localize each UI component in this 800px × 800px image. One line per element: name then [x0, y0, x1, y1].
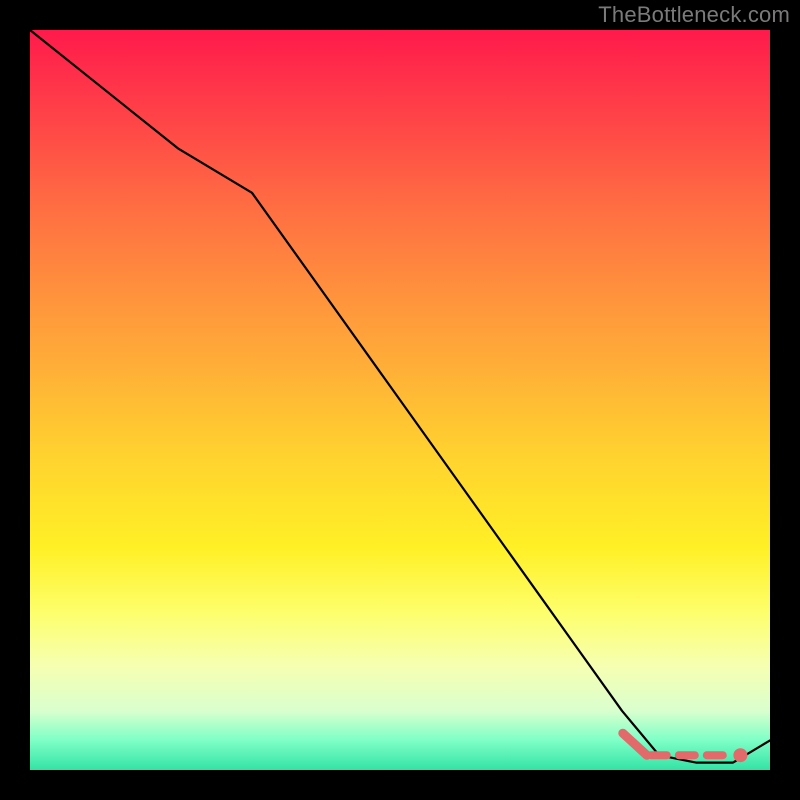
optimal-point-dot	[733, 748, 747, 762]
chart-frame: TheBottleneck.com	[0, 0, 800, 800]
bottleneck-curve-line	[30, 30, 770, 763]
optimal-range-marker	[623, 733, 748, 762]
chart-overlay-svg	[30, 30, 770, 770]
watermark-text: TheBottleneck.com	[598, 2, 790, 28]
